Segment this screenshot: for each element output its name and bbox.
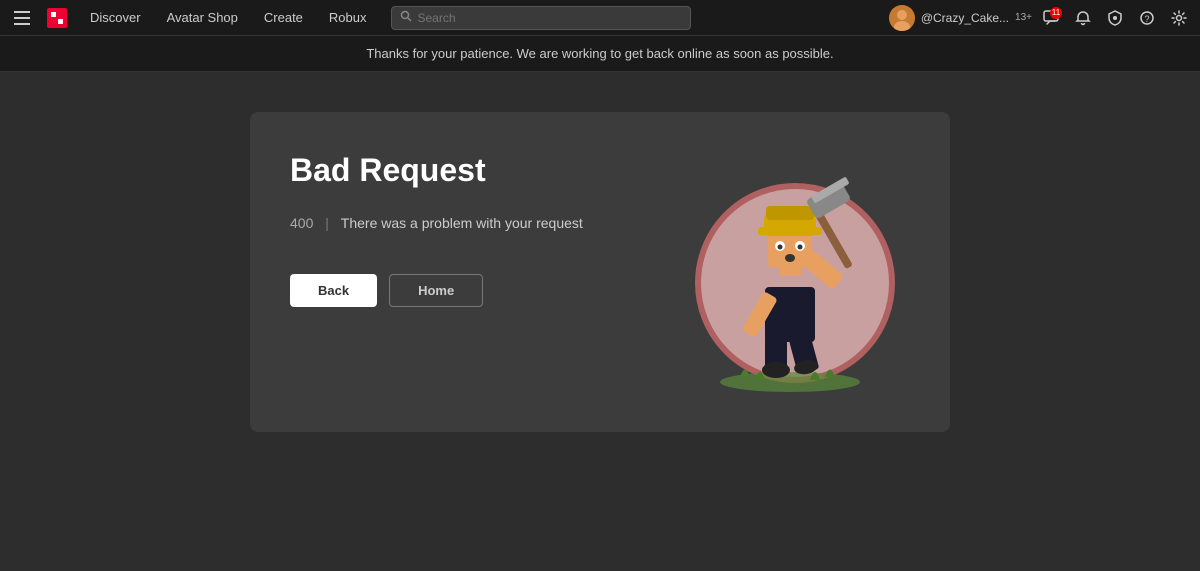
chat-button[interactable]: 11 [1038,5,1064,31]
nav-avatar-shop[interactable]: Avatar Shop [155,6,250,29]
error-illustration [670,132,920,402]
roblox-logo[interactable] [44,5,70,31]
svg-text:?: ? [1145,14,1150,24]
settings-button[interactable] [1166,5,1192,31]
navbar: Discover Avatar Shop Create Robux @Crazy… [0,0,1200,36]
error-divider: | [321,215,332,231]
nav-right-actions: @Crazy_Cake... 13+ 11 ? [889,5,1192,31]
nav-discover[interactable]: Discover [78,6,153,29]
search-bar[interactable] [391,6,691,30]
error-description: 400 | There was a problem with your requ… [290,213,630,234]
maintenance-banner: Thanks for your patience. We are working… [0,36,1200,72]
age-rating-badge: 13+ [1015,12,1032,23]
error-code: 400 [290,215,313,231]
back-button[interactable]: Back [290,274,377,307]
error-card: Bad Request 400 | There was a problem wi… [250,112,950,432]
banner-text: Thanks for your patience. We are working… [366,46,833,61]
nav-create[interactable]: Create [252,6,315,29]
chat-notification-badge: 11 [1050,7,1062,19]
illustration-character [680,142,900,392]
nav-links: Discover Avatar Shop Create Robux [78,6,379,29]
nav-robux[interactable]: Robux [317,6,379,29]
avatar[interactable] [889,5,915,31]
username-label[interactable]: @Crazy_Cake... [921,11,1009,25]
home-button[interactable]: Home [389,274,483,307]
main-content: Bad Request 400 | There was a problem wi… [0,72,1200,570]
search-icon [400,10,412,25]
shield-icon-button[interactable] [1102,5,1128,31]
error-message: There was a problem with your request [341,215,583,231]
hamburger-menu-button[interactable] [8,4,36,32]
notifications-button[interactable] [1070,5,1096,31]
search-input[interactable] [418,11,682,25]
help-button[interactable]: ? [1134,5,1160,31]
